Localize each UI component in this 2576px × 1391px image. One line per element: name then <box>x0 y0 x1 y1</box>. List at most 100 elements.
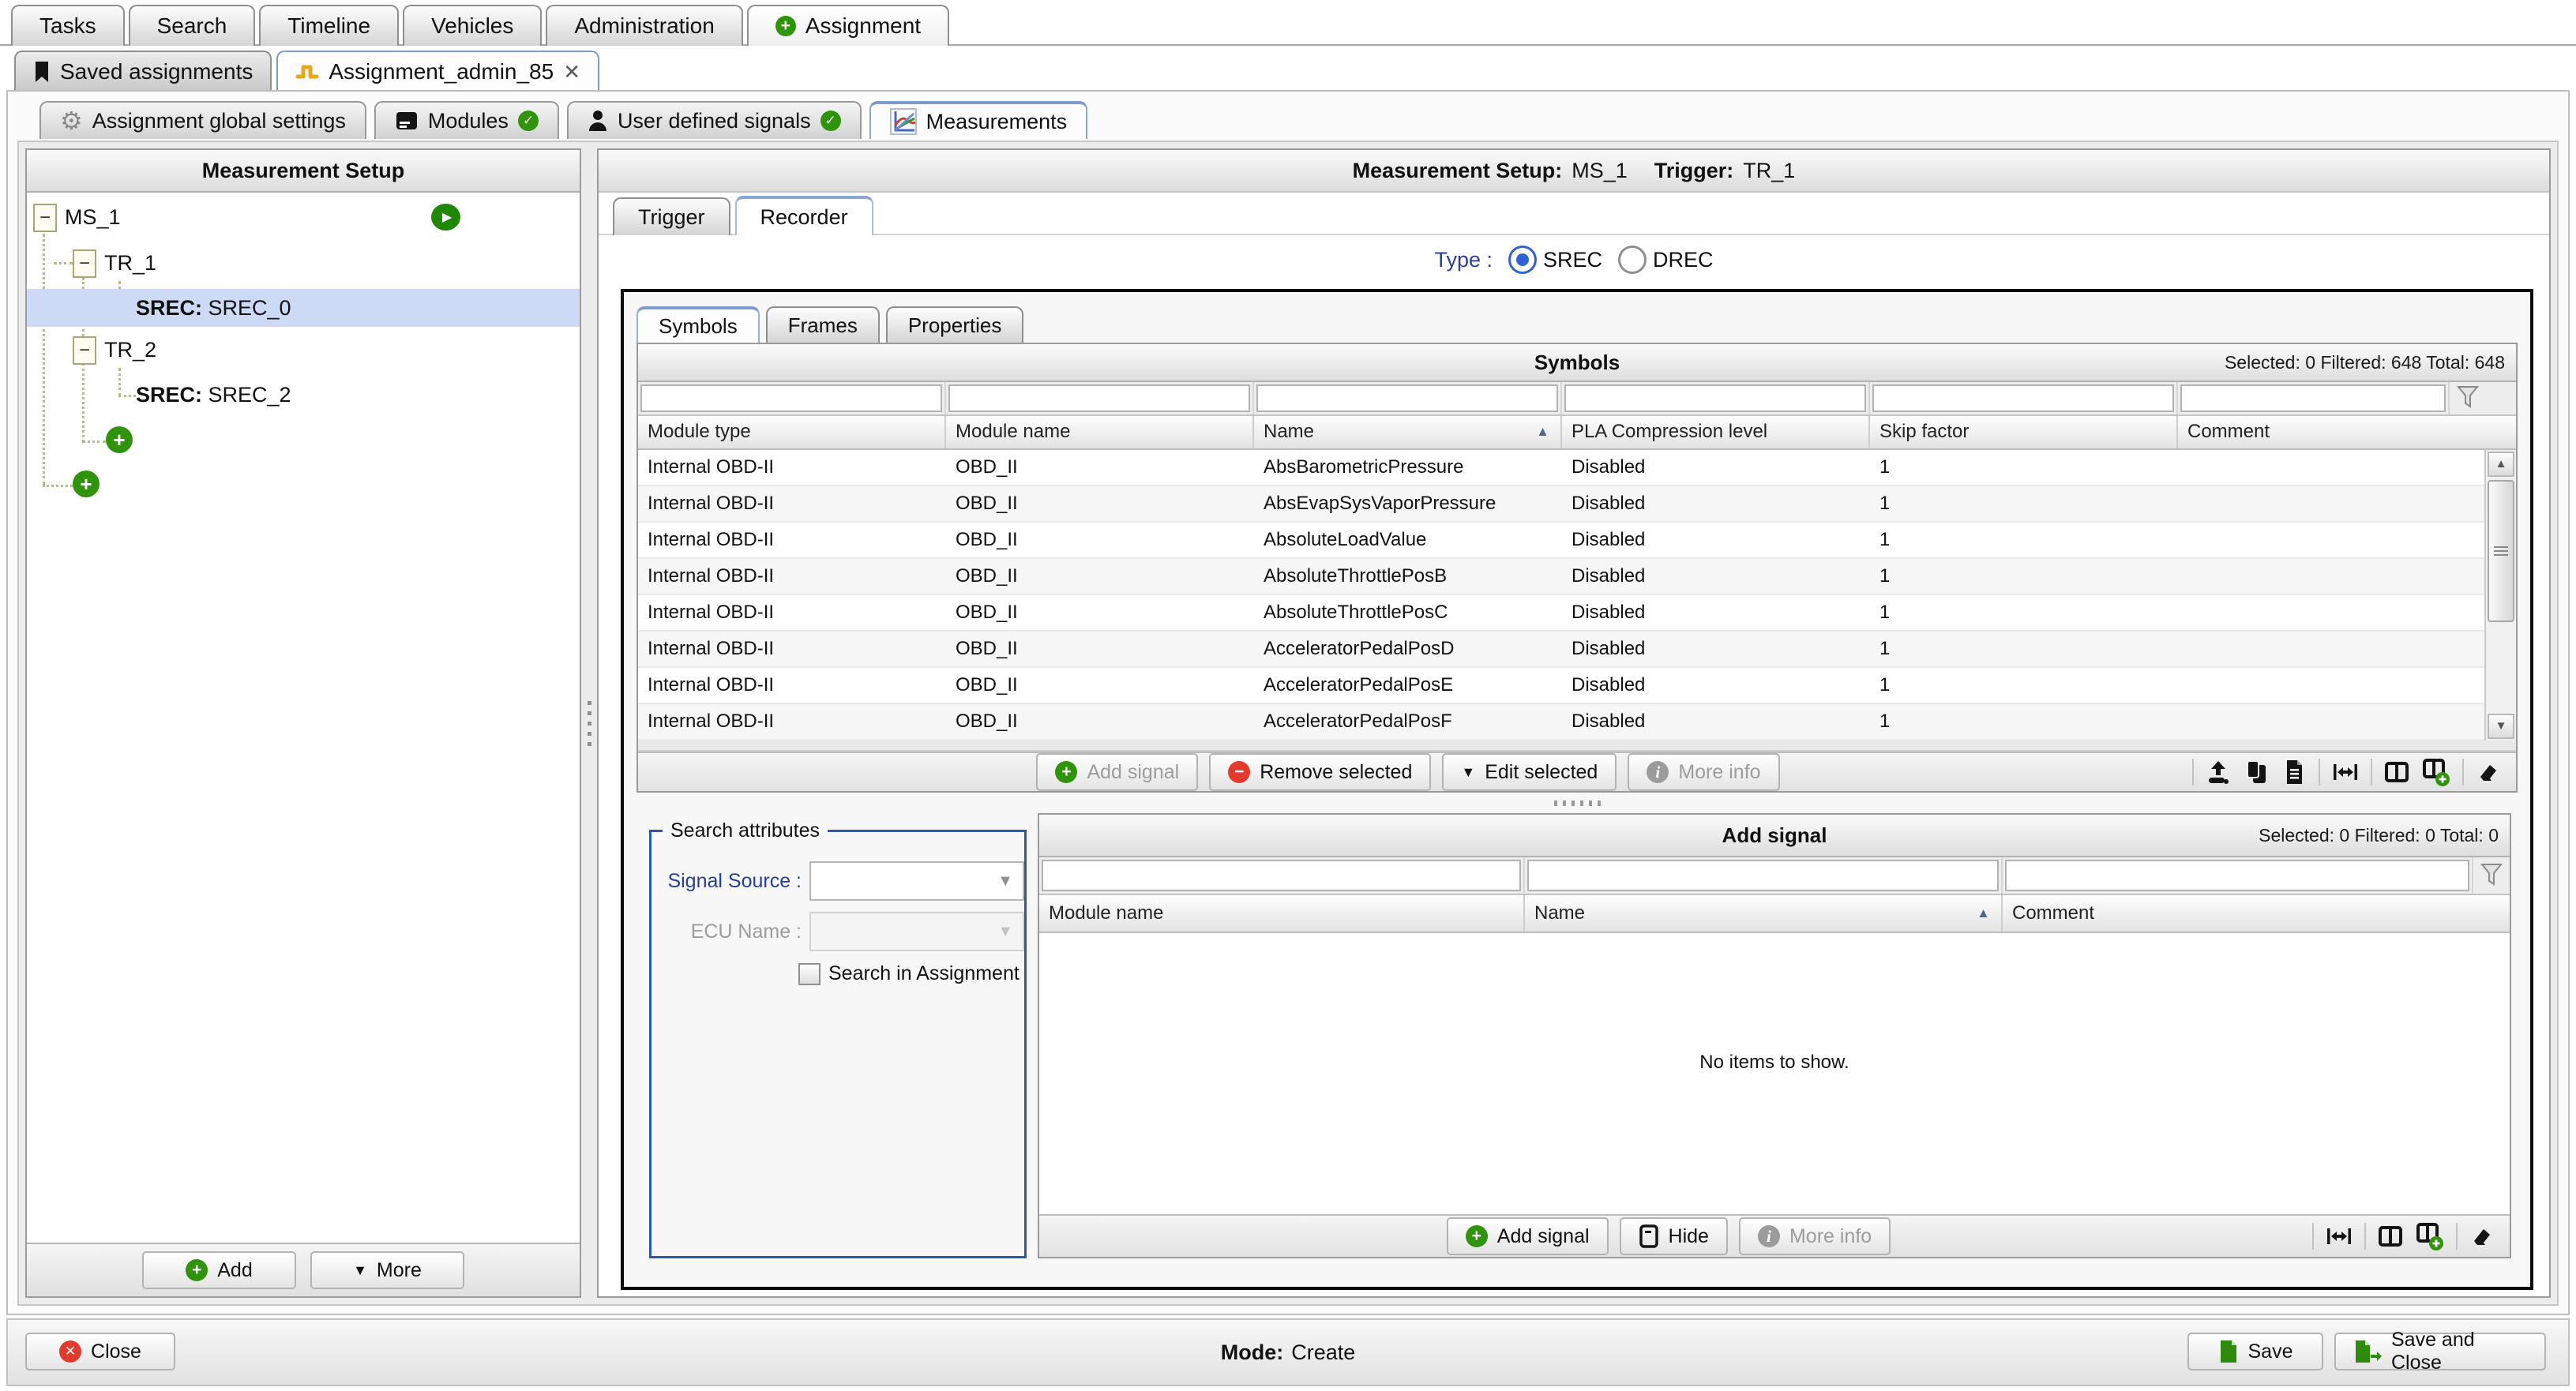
tree-node-srec0[interactable]: SREC: SREC_0 <box>136 293 291 323</box>
tab-label: Assignment_admin_85 <box>329 59 554 84</box>
filter-module-name-input[interactable] <box>948 384 1250 412</box>
search-in-assignment-checkbox[interactable] <box>798 963 820 985</box>
filter-comment-input[interactable] <box>2005 860 2469 891</box>
column-header-module-name[interactable]: Module name <box>946 416 1254 448</box>
tab-frames[interactable]: Frames <box>766 306 880 343</box>
fit-width-icon[interactable] <box>2331 759 2360 785</box>
tab-administration[interactable]: Administration <box>546 5 742 46</box>
chevron-down-icon: ▼ <box>1461 764 1475 781</box>
tab-user-defined-signals[interactable]: User defined signals ✓ <box>567 101 862 139</box>
fit-width-icon[interactable] <box>2325 1223 2353 1250</box>
tree-node-ms1[interactable]: MS_1 <box>65 202 121 232</box>
filter-funnel-button[interactable] <box>2450 382 2486 414</box>
add-trigger-icon[interactable]: + <box>73 471 100 497</box>
eraser-icon[interactable] <box>2475 759 2502 785</box>
table-row[interactable]: Internal OBD-IIOBD_IIAbsoluteLoadValueDi… <box>638 523 2516 559</box>
tab-modules[interactable]: Modules ✓ <box>374 101 559 139</box>
play-icon[interactable]: ▶ <box>431 204 460 231</box>
save-and-close-button[interactable]: Save and Close <box>2334 1333 2546 1370</box>
table-row[interactable]: Internal OBD-IIOBD_IIAbsoluteThrottlePos… <box>638 595 2516 632</box>
tab-tasks[interactable]: Tasks <box>11 5 125 46</box>
column-header-pla[interactable]: PLA Compression level <box>1562 416 1870 448</box>
chevron-down-icon: ▼ <box>997 872 1013 890</box>
scroll-up-button[interactable]: ▲ <box>2488 452 2514 477</box>
tab-assignment[interactable]: + Assignment <box>747 5 949 46</box>
edit-selected-button[interactable]: ▼ Edit selected <box>1442 753 1617 791</box>
tab-recorder[interactable]: Recorder <box>735 196 873 235</box>
hide-button[interactable]: Hide <box>1620 1217 1728 1255</box>
horizontal-scroll-strip[interactable] <box>638 740 2516 752</box>
columns-icon[interactable] <box>2383 759 2410 785</box>
remove-selected-button[interactable]: − Remove selected <box>1209 753 1431 791</box>
add-column-icon[interactable] <box>2421 757 2451 787</box>
filter-name-input[interactable] <box>1527 860 1999 891</box>
column-header-module-type[interactable]: Module type <box>638 416 946 448</box>
add-recorder-icon[interactable]: + <box>106 426 133 453</box>
table-row[interactable]: Internal OBD-IIOBD_IIAcceleratorPedalPos… <box>638 668 2516 704</box>
close-tab-icon[interactable]: ✕ <box>563 62 580 82</box>
table-row[interactable]: Internal OBD-IIOBD_IIAbsoluteThrottlePos… <box>638 559 2516 595</box>
eraser-icon[interactable] <box>2469 1223 2495 1250</box>
panel-splitter[interactable] <box>581 148 597 1298</box>
scroll-down-button[interactable]: ▼ <box>2488 714 2514 739</box>
table-row[interactable]: Internal OBD-IIOBD_IIAbsEvapSysVaporPres… <box>638 486 2516 523</box>
table-row[interactable]: Internal OBD-IIOBD_IIAbsBarometricPressu… <box>638 450 2516 486</box>
table-row[interactable]: Internal OBD-IIOBD_IIAcceleratorPedalPos… <box>638 704 2516 740</box>
column-header-name[interactable]: Name▲ <box>1525 895 2003 932</box>
funnel-icon <box>2456 385 2480 411</box>
table-row[interactable]: Internal OBD-IIOBD_IIAcceleratorPedalPos… <box>638 632 2516 668</box>
chevron-down-icon: ▼ <box>997 923 1013 941</box>
columns-icon[interactable] <box>2377 1223 2404 1250</box>
filter-module-type-input[interactable] <box>640 384 942 412</box>
add-signal-button[interactable]: + Add signal <box>1447 1217 1609 1255</box>
tab-search[interactable]: Search <box>129 5 256 46</box>
column-header-skip-factor[interactable]: Skip factor <box>1870 416 2178 448</box>
tree-expander-tr1[interactable]: − <box>73 249 96 278</box>
more-info-button[interactable]: i More info <box>1739 1217 1891 1255</box>
tree-expander-tr2[interactable]: − <box>73 336 96 365</box>
column-header-comment[interactable]: Comment <box>2178 416 2450 448</box>
vertical-scrollbar[interactable]: ▲ ▼ <box>2484 450 2516 740</box>
horizontal-splitter[interactable] <box>624 796 2530 810</box>
filter-comment-input[interactable] <box>2180 384 2446 412</box>
tab-vehicles[interactable]: Vehicles <box>403 5 542 46</box>
tab-timeline[interactable]: Timeline <box>259 5 399 46</box>
tab-assignment-admin-85[interactable]: Assignment_admin_85 ✕ <box>276 51 599 92</box>
signal-source-select[interactable]: ▼ <box>809 861 1024 901</box>
measurement-tree: − MS_1 ▶ − TR_1 SREC: SREC_0 − TR_2 SREC… <box>27 193 580 1243</box>
panel-title: Measurement Setup <box>27 150 580 193</box>
filter-pla-input[interactable] <box>1564 384 1866 412</box>
tree-node-srec2[interactable]: SREC: SREC_2 <box>136 380 291 410</box>
tree-node-tr2[interactable]: TR_2 <box>104 335 156 365</box>
add-column-icon[interactable] <box>2415 1221 2445 1251</box>
close-button[interactable]: ✕ Close <box>25 1333 175 1370</box>
column-header-name[interactable]: Name▲ <box>1254 416 1562 448</box>
save-button[interactable]: Save <box>2187 1333 2323 1370</box>
more-info-button[interactable]: i More info <box>1628 753 1779 791</box>
tab-measurements[interactable]: Measurements <box>869 101 1088 139</box>
symbols-filter-row <box>638 382 2516 416</box>
tree-expander-ms1[interactable]: − <box>33 204 57 232</box>
tab-symbols[interactable]: Symbols <box>636 306 760 343</box>
tab-trigger[interactable]: Trigger <box>613 197 730 235</box>
tree-node-tr1[interactable]: TR_1 <box>104 248 156 278</box>
column-header-module-name[interactable]: Module name <box>1039 895 1525 932</box>
export-icon[interactable] <box>2205 759 2232 785</box>
column-header-comment[interactable]: Comment <box>2003 895 2473 932</box>
radio-drec[interactable]: DREC <box>1618 246 1714 274</box>
filter-skip-input[interactable] <box>1872 384 2174 412</box>
tab-assignment-global-settings[interactable]: ⚙ Assignment global settings <box>39 101 366 139</box>
copy-icon[interactable] <box>2243 759 2270 785</box>
scrollbar-thumb[interactable] <box>2488 480 2514 622</box>
filter-name-input[interactable] <box>1256 384 1558 412</box>
add-button[interactable]: + Add <box>142 1251 296 1289</box>
more-button[interactable]: ▼ More <box>310 1251 464 1289</box>
add-signal-button[interactable]: + Add signal <box>1036 753 1198 791</box>
filter-funnel-button[interactable] <box>2473 857 2510 894</box>
document-icon[interactable] <box>2281 759 2308 785</box>
radio-srec[interactable]: SREC <box>1508 246 1602 274</box>
tab-properties[interactable]: Properties <box>886 306 1024 343</box>
tab-saved-assignments[interactable]: Saved assignments <box>14 51 272 92</box>
status-bar: Mode: Create ✕ Close Save Save and Close <box>6 1318 2570 1386</box>
filter-module-name-input[interactable] <box>1042 860 1521 891</box>
